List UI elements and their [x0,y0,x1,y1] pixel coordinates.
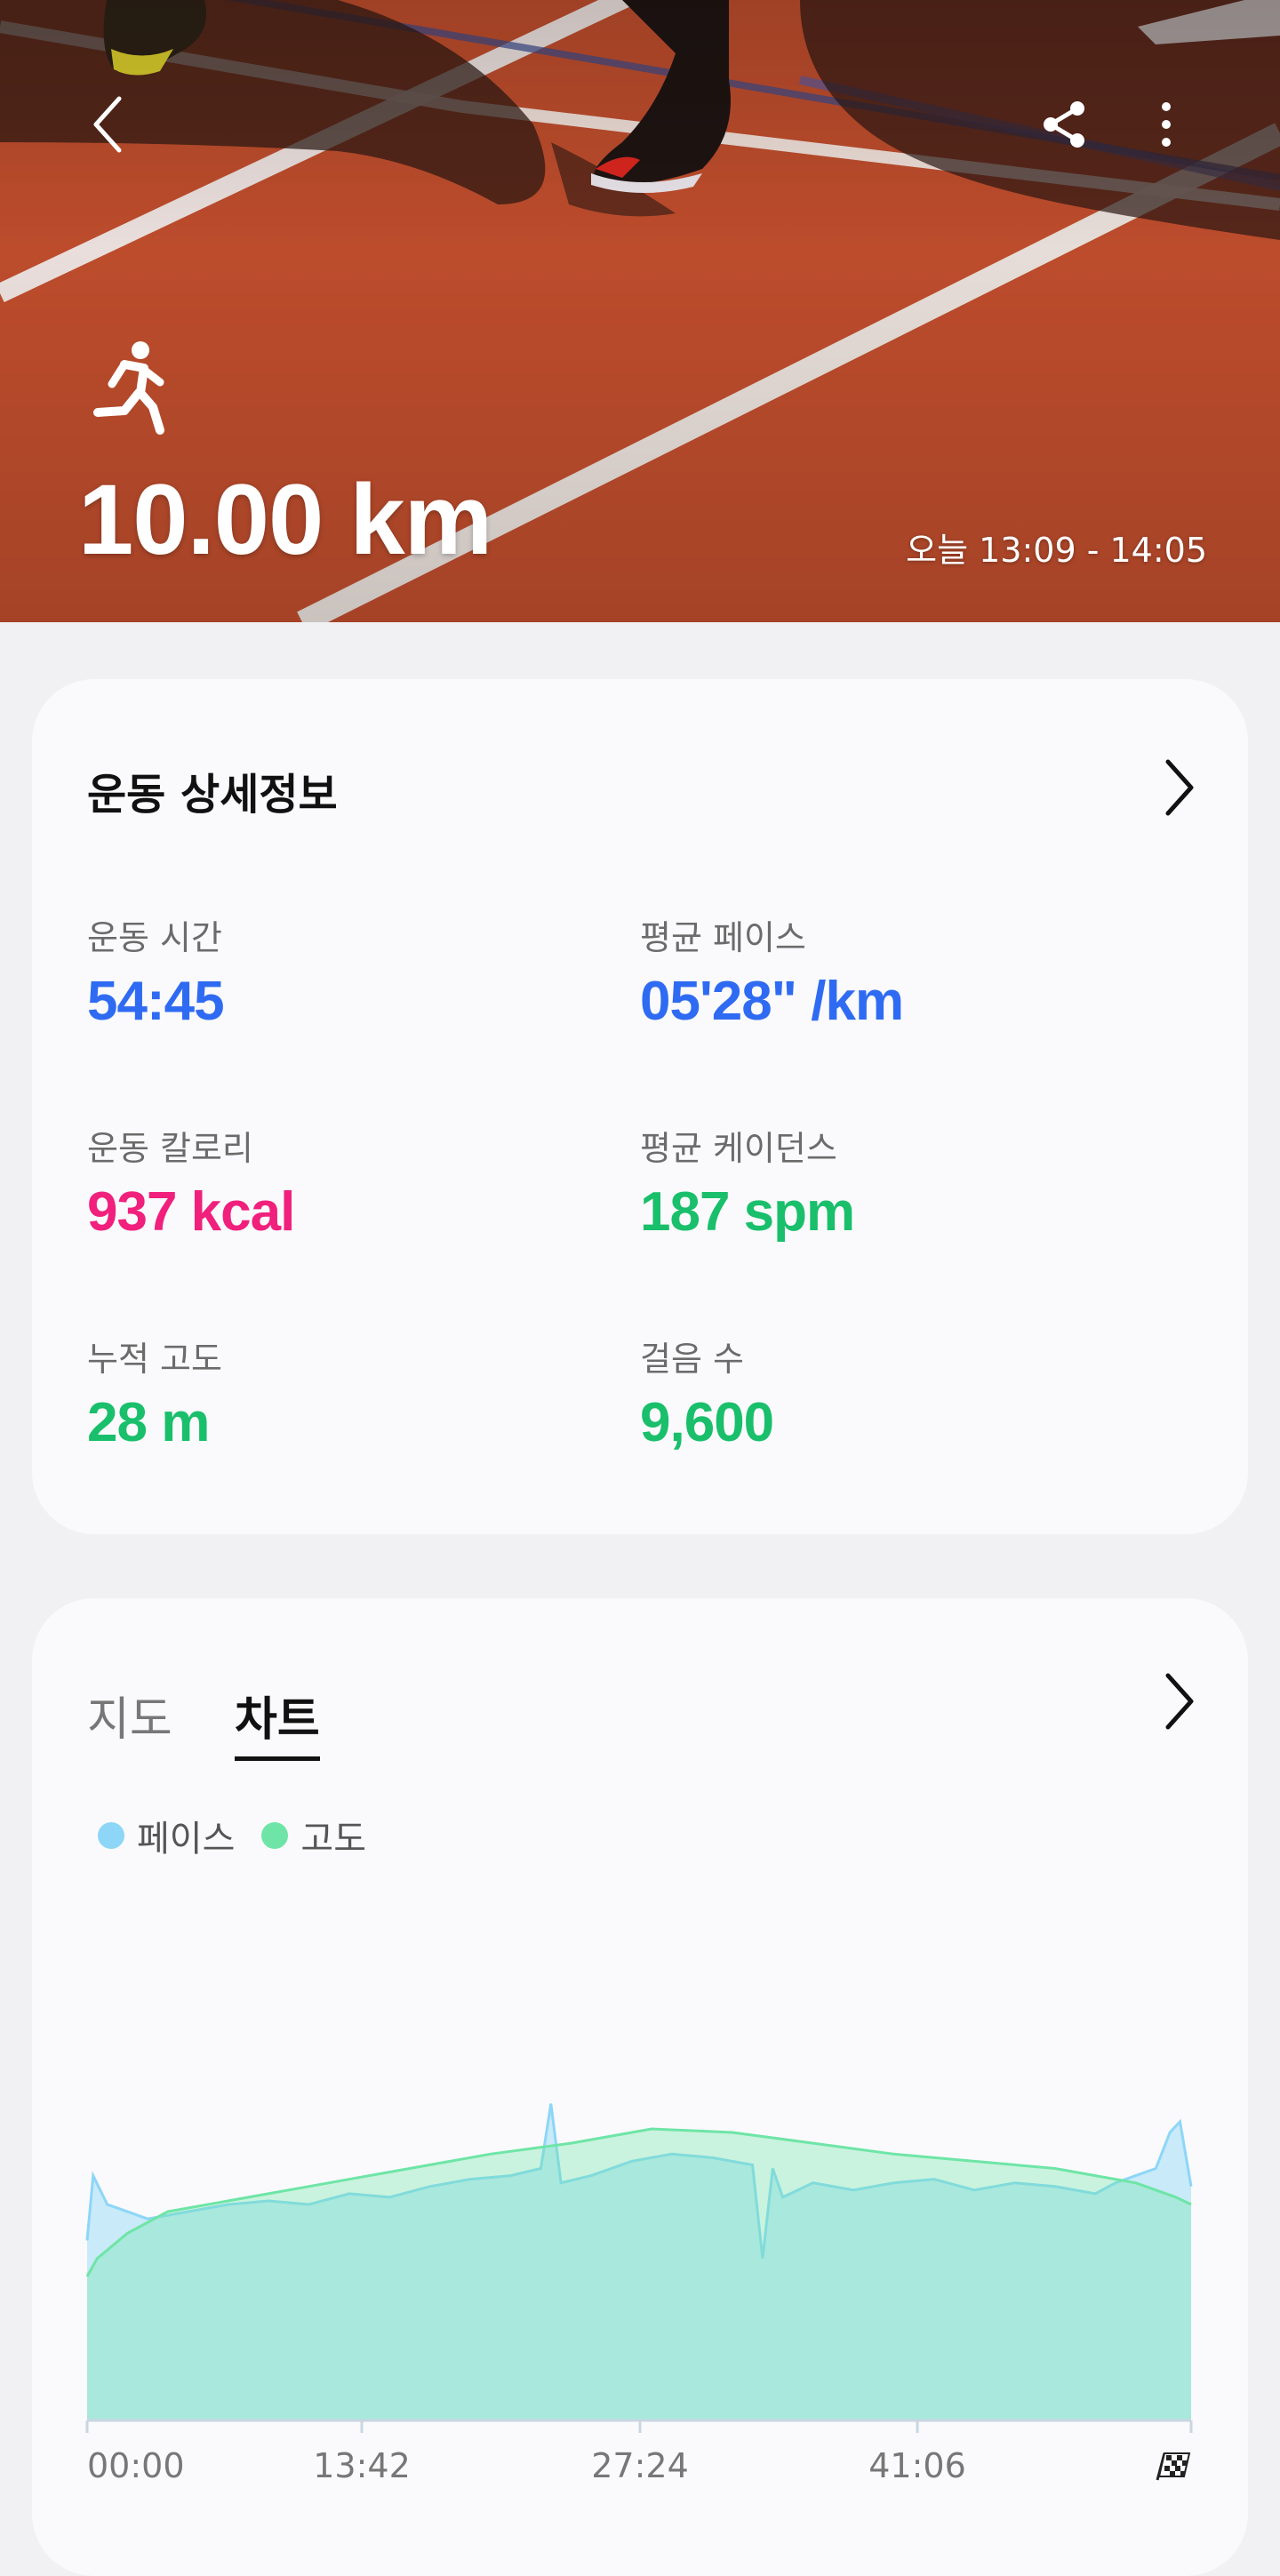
workout-details-card[interactable]: 운동 상세정보 운동 시간 54:45 평균 페이스 05'28" /km 운동… [32,679,1248,1534]
pace-elevation-chart [85,2103,1193,2433]
back-button[interactable] [73,89,144,160]
stat-elevation-gain: 누적 고도 28 m [87,1332,222,1454]
stat-value: 187 spm [640,1181,855,1243]
stat-average-pace: 평균 페이스 05'28" /km [640,910,904,1033]
stat-value: 28 m [87,1392,210,1453]
stat-value: 937 kcal [87,1181,295,1243]
finish-flag-icon [1156,2452,1191,2481]
workout-hero: 10.00 km 오늘 13:09 - 14:05 [0,0,1280,622]
x-tick-label: 13:42 [313,2446,411,2485]
series-area-elevation [87,2129,1191,2420]
chevron-right-icon [1165,759,1194,816]
workout-time-range: 오늘 13:09 - 14:05 [906,531,1207,570]
x-tick-label: 41:06 [868,2446,966,2485]
share-icon [1044,101,1084,148]
more-options-button[interactable] [1131,89,1202,160]
stat-label: 평균 케이던스 [640,1129,837,1168]
more-vert-icon [1162,102,1171,147]
x-tick-label: 27:24 [591,2446,689,2485]
stat-calories: 운동 칼로리 937 kcal [87,1121,295,1244]
stat-label: 운동 시간 [87,918,222,957]
stat-label: 누적 고도 [87,1340,222,1379]
workout-distance: 10.00 km [78,464,492,575]
stat-label: 걸음 수 [640,1340,744,1379]
stat-label: 평균 페이스 [640,918,806,957]
stat-value: 9,600 [640,1392,774,1453]
back-arrow-icon [93,96,122,153]
x-tick-label: 00:00 [87,2446,185,2485]
stat-average-cadence: 평균 케이던스 187 spm [640,1121,855,1244]
stat-value: 54:45 [87,971,225,1032]
stat-value: 05'28" /km [640,971,904,1032]
details-title: 운동 상세정보 [87,770,338,820]
stat-steps: 걸음 수 9,600 [640,1332,774,1454]
map-chart-card: 지도 차트 페이스 고도 00:00 13:42 27:24 41:06 [32,1598,1248,2576]
share-button[interactable] [1029,89,1100,160]
stat-label: 운동 칼로리 [87,1129,253,1168]
running-icon [93,341,164,435]
stat-workout-time: 운동 시간 54:45 [87,910,225,1033]
details-chevron-button[interactable] [1152,752,1205,823]
